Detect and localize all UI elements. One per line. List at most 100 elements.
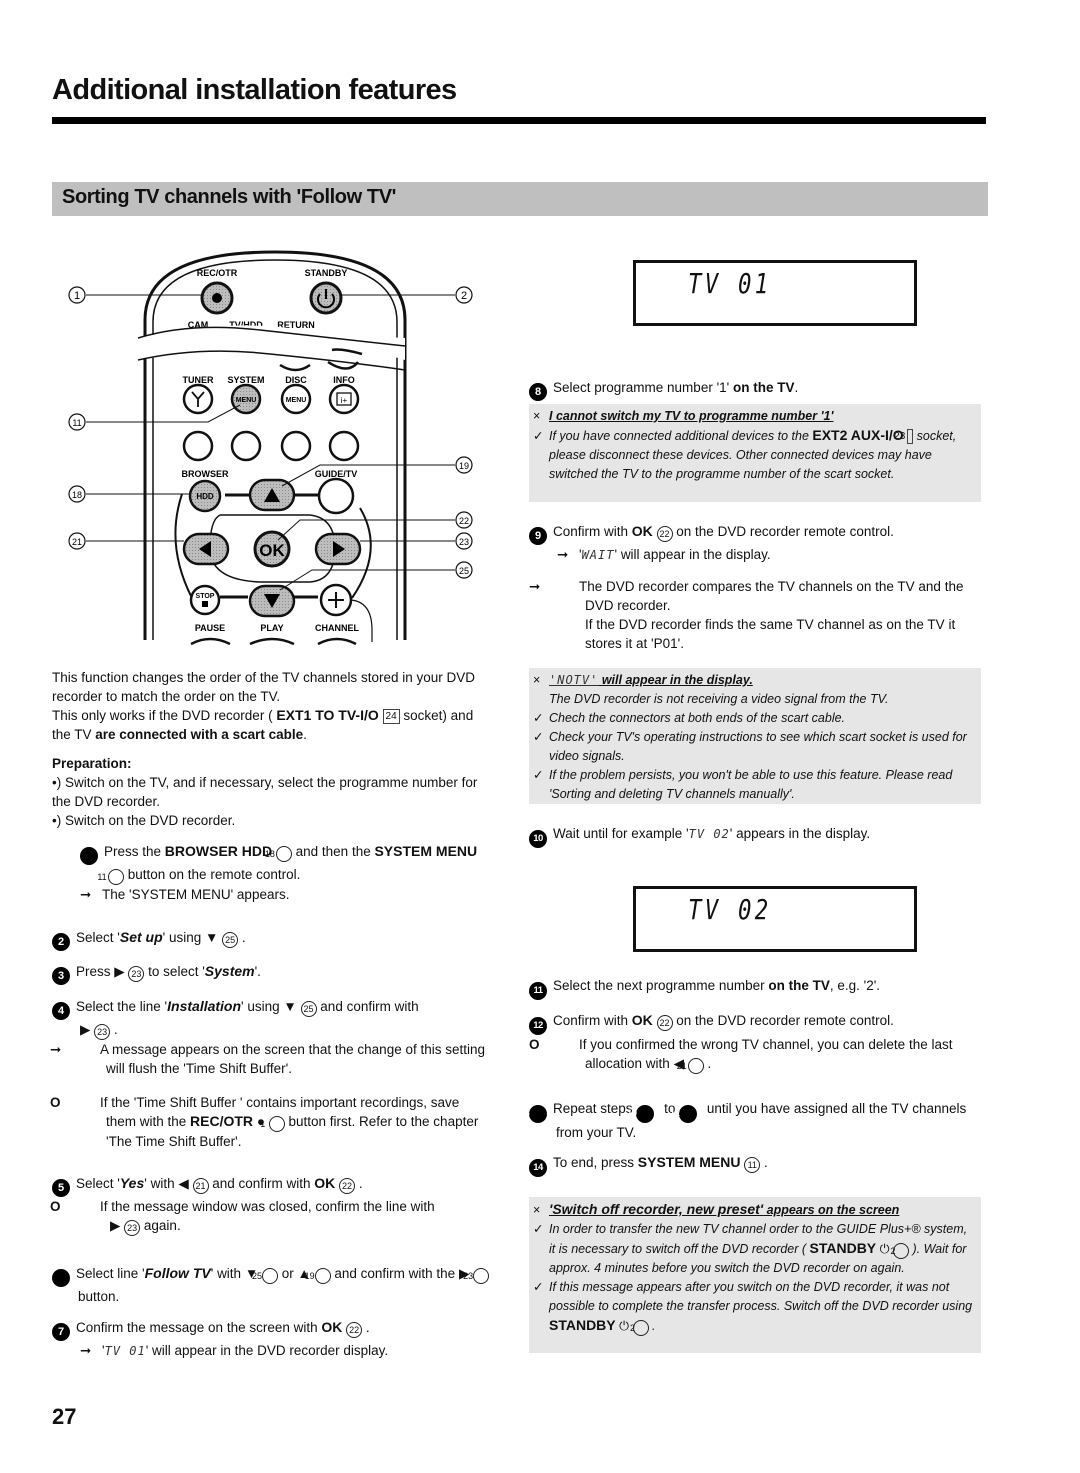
- cross-icon: ×: [533, 673, 541, 687]
- browser-hdd-button[interactable]: HDD: [188, 479, 222, 513]
- cut-line-bottom: [137, 350, 406, 371]
- svg-text:18: 18: [72, 490, 82, 500]
- cross-icon: ×: [533, 409, 541, 423]
- down-arrow-icon: ▼: [205, 930, 219, 945]
- step-reference: 10: [627, 1105, 655, 1123]
- arrow-icon: ➞: [50, 1042, 62, 1057]
- callout-21: 21: [68, 532, 86, 550]
- step-14: 14 To end, press SYSTEM MENU 11 .: [529, 1153, 981, 1177]
- step-10: 10 Wait until for example 'TV 02' appears…: [529, 824, 981, 848]
- preparation-item-1: •) Switch on the TV, and if necessary, s…: [52, 775, 478, 809]
- svg-text:2: 2: [461, 290, 467, 302]
- standby-label: STANDBY: [305, 268, 348, 278]
- step-5: 5 Select 'Yes' with ◀ 21 and confirm with…: [50, 1174, 492, 1236]
- svg-text:21: 21: [72, 537, 82, 547]
- step-1: 1 Press the BROWSER HDD 18 and then the S…: [71, 843, 478, 902]
- lcd-display-text: TV 01: [688, 267, 772, 300]
- callout-1: 1: [68, 286, 86, 304]
- right-button[interactable]: [314, 532, 362, 566]
- svg-text:MENU: MENU: [286, 397, 307, 404]
- callout-19: 19: [455, 456, 473, 474]
- step-8: 8 Select programme number '1' on the TV.: [529, 378, 981, 401]
- step-4: 4 Select the line 'Installation' using ▼ …: [50, 998, 486, 1149]
- step-13: 13 Repeat steps 10 to 12 until you have a…: [519, 1101, 967, 1140]
- rec-otr-label: REC/OTR: [197, 268, 238, 278]
- play-label: PLAY: [260, 623, 283, 633]
- rec-otr-button[interactable]: [200, 281, 234, 315]
- up-button[interactable]: [248, 478, 296, 512]
- disc-menu-button[interactable]: MENU: [280, 383, 312, 415]
- svg-text:OK: OK: [259, 541, 285, 560]
- color-button-4[interactable]: [328, 430, 360, 462]
- arrow-icon: ➞: [529, 579, 541, 594]
- svg-text:11: 11: [72, 418, 81, 428]
- system-menu-button[interactable]: MENU: [230, 383, 262, 415]
- disc-label: DISC: [285, 375, 307, 385]
- troubleshooting-box-2: × 'NOTV' will appear in the display. The …: [529, 668, 981, 804]
- down-button[interactable]: [248, 584, 296, 618]
- troubleshooting-heading: I cannot switch my TV to programme numbe…: [549, 409, 834, 423]
- ok-button[interactable]: OK: [253, 530, 291, 568]
- browser-label: BROWSER: [182, 469, 230, 479]
- note-ring-icon: O: [50, 1199, 61, 1214]
- title-rule: [52, 117, 986, 124]
- step-7: 7 Confirm the message on the screen with …: [52, 1318, 492, 1361]
- right-arrow-icon: ▶: [110, 1218, 121, 1233]
- callout-23: 23: [455, 532, 473, 550]
- svg-text:25: 25: [459, 566, 469, 576]
- cross-icon: ×: [533, 1203, 541, 1217]
- tuner-button[interactable]: [182, 383, 214, 415]
- standby-icon: ⏻: [879, 1242, 890, 1256]
- section-title: Sorting TV channels with 'Follow TV': [62, 186, 397, 208]
- svg-text:MENU: MENU: [236, 397, 257, 404]
- standby-button[interactable]: [309, 281, 343, 315]
- preparation-item-2: •) Switch on the DVD recorder.: [52, 813, 236, 828]
- system-label: SYSTEM: [227, 375, 264, 385]
- step-9: 9 Confirm with OK 22 on the DVD recorder …: [529, 523, 964, 651]
- step-6: 6 Select line 'Follow TV' with ▼ 25 or ▲ …: [45, 1264, 492, 1306]
- svg-text:HDD: HDD: [196, 492, 214, 501]
- color-button-2[interactable]: [230, 430, 262, 462]
- troubleshooting-box-1: × I cannot switch my TV to programme numb…: [529, 404, 981, 502]
- color-button-3[interactable]: [280, 430, 312, 462]
- arrow-icon: ➞: [80, 887, 92, 902]
- callout-25: 25: [455, 561, 473, 579]
- svg-text:22: 22: [459, 516, 469, 526]
- svg-text:23: 23: [459, 537, 469, 547]
- callout-18: 18: [68, 485, 86, 503]
- lcd-text-inline: TV 01: [104, 1344, 146, 1358]
- step-number: 1: [72, 847, 98, 865]
- down-arrow-icon: ▼: [283, 999, 297, 1014]
- note-ring-icon: O: [529, 1037, 540, 1052]
- step-12: 12 Confirm with OK 22 on the DVD recorder…: [529, 1011, 981, 1074]
- left-button[interactable]: [182, 532, 230, 566]
- svg-text:1: 1: [74, 290, 80, 302]
- color-button-1[interactable]: [182, 430, 214, 462]
- check-icon: ✓: [533, 768, 544, 782]
- svg-text:i+: i+: [341, 396, 348, 405]
- intro-text: This function changes the order of the T…: [52, 668, 492, 830]
- right-arrow-icon: ▶: [114, 964, 125, 979]
- check-icon: ✓: [533, 429, 544, 443]
- svg-text:19: 19: [459, 461, 469, 471]
- preparation-heading: Preparation:: [52, 756, 132, 771]
- check-icon: ✓: [533, 1222, 544, 1236]
- intro-paragraph-1: This function changes the order of the T…: [52, 670, 475, 704]
- info-label: INFO: [333, 375, 355, 385]
- channel-plus-button[interactable]: [319, 583, 353, 617]
- info-button[interactable]: i+: [328, 383, 360, 415]
- remote-control-illustration: REC/OTR STANDBY CAM TV/HDD RETURN TUNER …: [68, 250, 473, 645]
- left-arrow-icon: ◀: [178, 1176, 189, 1191]
- stop-button[interactable]: STOP: [189, 584, 221, 616]
- lcd-display-2: TV 02: [633, 886, 917, 952]
- check-icon: ✓: [533, 730, 544, 744]
- step-3: 3 Press ▶ 23 to select 'System'.: [52, 962, 492, 985]
- troubleshooting-box-3: × 'Switch off recorder, new preset' appea…: [529, 1197, 981, 1353]
- right-arrow-icon: ▶: [80, 1022, 91, 1037]
- lcd-display-text: TV 02: [688, 893, 772, 926]
- note-ring-icon: O: [50, 1095, 61, 1110]
- svg-text:STOP: STOP: [196, 593, 215, 600]
- arrow-icon: ➞: [80, 1343, 92, 1358]
- guide-tv-button[interactable]: [317, 477, 355, 515]
- arrow-icon: ➞: [557, 547, 569, 562]
